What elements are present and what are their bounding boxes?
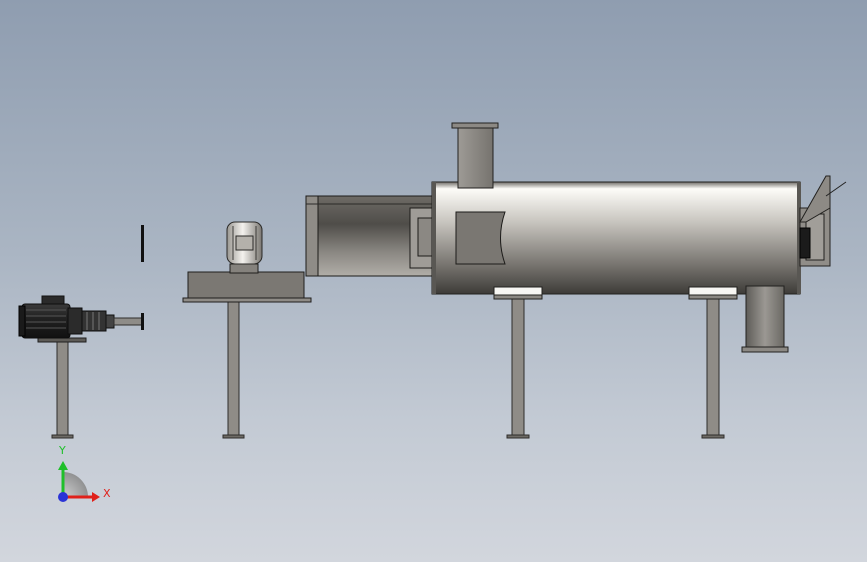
support-legs — [51, 296, 725, 439]
drive-motor[interactable] — [18, 295, 144, 343]
y-axis-label: Y — [59, 444, 66, 457]
coupling-marker — [141, 225, 144, 262]
bottom-outlet[interactable] — [741, 285, 789, 353]
conveyor-model[interactable] — [0, 0, 867, 562]
motor-base-plate — [37, 337, 87, 343]
motor-leg — [56, 341, 69, 437]
drive-shaft — [113, 317, 143, 326]
cad-viewport[interactable]: X Y — [0, 0, 867, 562]
top-inlet-pipe[interactable] — [451, 122, 499, 189]
drum-end-cap[interactable] — [799, 175, 847, 267]
bearing-base-platform — [187, 271, 305, 300]
drum-leg-right — [706, 296, 720, 437]
screen-drum[interactable] — [431, 181, 801, 295]
bearing-leg — [227, 299, 240, 437]
z-axis-dot — [58, 492, 68, 502]
drum-leg-left — [511, 296, 525, 437]
bearing-assembly[interactable] — [182, 221, 312, 303]
triad-arc — [63, 472, 88, 497]
x-axis-label: X — [103, 487, 111, 500]
axis-triad[interactable] — [58, 461, 100, 502]
